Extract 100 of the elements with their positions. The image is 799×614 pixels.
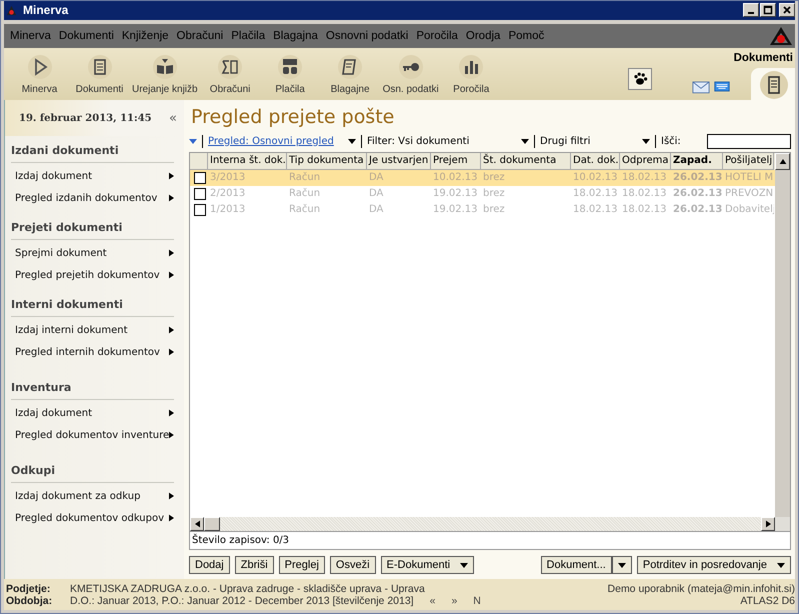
view-dropdown[interactable]: Pregled: Osnovni pregled bbox=[208, 136, 356, 146]
caret-icon bbox=[777, 562, 785, 568]
table-cell-text: 26.02.13 bbox=[672, 203, 723, 217]
action-button[interactable]: E-Dokumenti bbox=[380, 556, 474, 574]
maximize-icon bbox=[763, 5, 773, 15]
table-cell-text: 10.02.13 bbox=[572, 171, 619, 185]
app-logo-icon bbox=[6, 4, 17, 16]
dropdown-button[interactable] bbox=[612, 556, 632, 574]
sidebar-item[interactable]: Pregled prejetih dokumentov bbox=[11, 264, 174, 286]
action-button[interactable]: Preglej bbox=[278, 556, 325, 574]
register-icon bbox=[337, 54, 364, 80]
table-cell-text: 18.02.13 bbox=[621, 203, 668, 217]
table-cell-text: brez bbox=[482, 171, 506, 185]
nav-button[interactable]: « bbox=[430, 594, 436, 606]
row-checkbox[interactable] bbox=[194, 188, 206, 200]
caret-icon[interactable] bbox=[189, 138, 197, 144]
submenu-arrow-icon bbox=[169, 409, 174, 417]
toolbar-button[interactable]: Minerva bbox=[12, 54, 67, 94]
group-heading: Interni dokumenti bbox=[11, 290, 174, 317]
submenu-arrow-icon bbox=[169, 271, 174, 279]
minimize-button[interactable] bbox=[743, 3, 759, 17]
menu-item[interactable]: Blagajna bbox=[273, 30, 318, 42]
sigma-icon bbox=[217, 54, 244, 80]
action-button[interactable]: Dodaj bbox=[189, 556, 230, 574]
close-icon bbox=[782, 5, 792, 15]
sidebar-item[interactable]: Izdaj dokument za odkup bbox=[11, 485, 174, 507]
sidebar-item[interactable]: Pregled izdanih dokumentov bbox=[11, 187, 174, 209]
table-cell-text: DA bbox=[368, 203, 384, 217]
action-button[interactable]: Potrditev in posredovanje bbox=[636, 556, 791, 574]
toolbar-button[interactable]: Dokumenti bbox=[72, 54, 127, 94]
menu-item[interactable]: Plačila bbox=[231, 30, 266, 42]
search-label: Išči: bbox=[661, 136, 681, 146]
collapse-button[interactable]: « bbox=[169, 110, 177, 126]
sidebar-item[interactable]: Izdaj dokument bbox=[11, 402, 174, 424]
menu-item[interactable]: Knjiženje bbox=[122, 30, 169, 42]
close-button[interactable] bbox=[779, 3, 795, 17]
table-cell-text: 19.02.13 bbox=[432, 187, 479, 201]
search-field[interactable] bbox=[707, 134, 791, 148]
table-cell-text: brez bbox=[482, 203, 506, 217]
sidebar-item[interactable]: Izdaj interni dokument bbox=[11, 319, 174, 341]
maximize-button[interactable] bbox=[760, 3, 776, 17]
menu-item[interactable]: Minerva bbox=[10, 30, 51, 42]
filter-dropdown[interactable]: Drugi filtri bbox=[540, 136, 650, 146]
toolbar-button[interactable]: Obračuni bbox=[202, 54, 258, 94]
menu-item[interactable]: Pomoč bbox=[508, 30, 544, 42]
action-button[interactable]: Zbriši bbox=[234, 556, 274, 574]
minimize-icon bbox=[748, 12, 754, 14]
row-checkbox[interactable] bbox=[194, 172, 206, 184]
submenu-arrow-icon bbox=[169, 492, 174, 500]
toolbar-button[interactable]: Blagajne bbox=[322, 54, 378, 94]
action-button[interactable]: Osveži bbox=[330, 556, 376, 574]
menu-item[interactable]: Osnovni podatki bbox=[326, 30, 408, 42]
group-heading: Odkupi bbox=[11, 456, 174, 483]
version-text: ATLAS2 D6 bbox=[740, 594, 795, 606]
table-cell-text: 1/2013 bbox=[209, 203, 246, 217]
scroll-thumb[interactable] bbox=[204, 517, 220, 531]
pay-icon bbox=[277, 54, 304, 80]
row-checkbox[interactable] bbox=[194, 204, 206, 216]
book-icon bbox=[152, 54, 178, 80]
paw-button[interactable] bbox=[628, 68, 652, 90]
nav-button[interactable]: » bbox=[451, 594, 458, 606]
table-cell-text: Račun bbox=[288, 171, 322, 185]
scrollbar-corner bbox=[775, 517, 790, 531]
keyboard-icon[interactable] bbox=[712, 78, 731, 94]
menu-item[interactable]: Poročila bbox=[416, 30, 458, 42]
up-arrow-icon bbox=[778, 159, 786, 164]
table-cell-text: Račun bbox=[288, 187, 322, 201]
filter-dropdown[interactable]: Filter: Vsi dokumenti bbox=[367, 136, 529, 146]
toolbar-button[interactable]: Poročila bbox=[444, 54, 499, 94]
record-count: Število zapisov: 0/3 bbox=[189, 532, 791, 550]
sidebar-item[interactable]: Izdaj dokument bbox=[11, 165, 174, 187]
table-cell-text: 18.02.13 bbox=[621, 171, 668, 185]
group-heading: Inventura bbox=[11, 373, 174, 400]
page-title: Pregled prejete pošte bbox=[190, 105, 396, 130]
envelope-icon[interactable] bbox=[692, 78, 710, 94]
document-icon[interactable] bbox=[751, 68, 795, 100]
play-icon bbox=[26, 54, 52, 80]
sidebar-item[interactable]: Sprejmi dokument bbox=[11, 242, 174, 264]
nav-button[interactable]: N bbox=[473, 594, 481, 606]
toolbar-button[interactable]: Osn. podatki bbox=[382, 54, 439, 94]
sidebar-item[interactable]: Pregled dokumentov inventure bbox=[11, 424, 174, 446]
caret-icon bbox=[642, 138, 650, 144]
menu-item[interactable]: Orodja bbox=[466, 30, 500, 42]
submenu-arrow-icon bbox=[169, 172, 174, 180]
toolbar-button[interactable]: Urejanje knjižb bbox=[132, 54, 198, 94]
company-text: KMETIJSKA ZADRUGA z.o.o. - Uprava zadruge - skladišče uprava - Uprava bbox=[70, 582, 425, 594]
table-cell-text: 2/2013 bbox=[209, 187, 246, 201]
sidebar-item[interactable]: Pregled dokumentov odkupov bbox=[11, 507, 174, 529]
menu-item[interactable]: Dokumenti bbox=[58, 30, 114, 42]
table-cell-text: brez bbox=[482, 187, 506, 201]
menu-item[interactable]: Obračuni bbox=[176, 30, 224, 42]
table-cell-text: 19.02.13 bbox=[432, 203, 479, 217]
table-cell-text: Račun bbox=[288, 203, 322, 217]
submenu-arrow-icon bbox=[169, 326, 174, 334]
scroll-left-button[interactable] bbox=[190, 517, 204, 531]
scroll-up-button[interactable] bbox=[775, 153, 790, 170]
scroll-right-button[interactable] bbox=[761, 517, 775, 531]
action-button[interactable]: Dokument... bbox=[540, 556, 612, 574]
toolbar-button[interactable]: Plačila bbox=[262, 54, 318, 94]
sidebar-item[interactable]: Pregled internih dokumentov bbox=[11, 341, 174, 363]
